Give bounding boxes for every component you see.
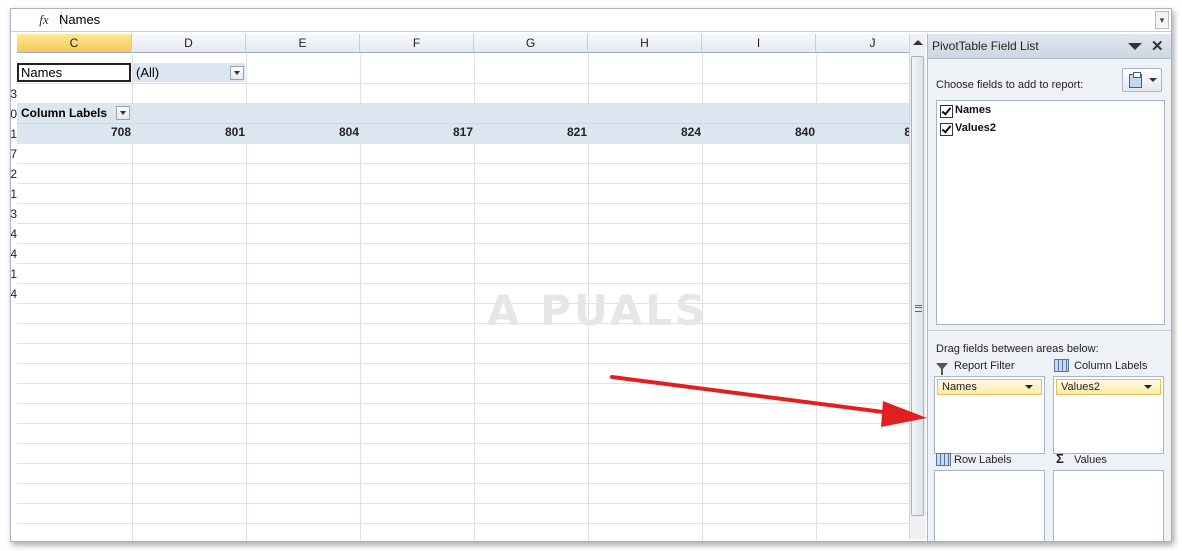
arrow-shaft (610, 375, 893, 415)
arrow-head (881, 401, 927, 427)
excel-window: fx Names ▾ C D E F G H I J Names (All) C… (10, 8, 1172, 542)
annotation-arrow (610, 375, 927, 427)
